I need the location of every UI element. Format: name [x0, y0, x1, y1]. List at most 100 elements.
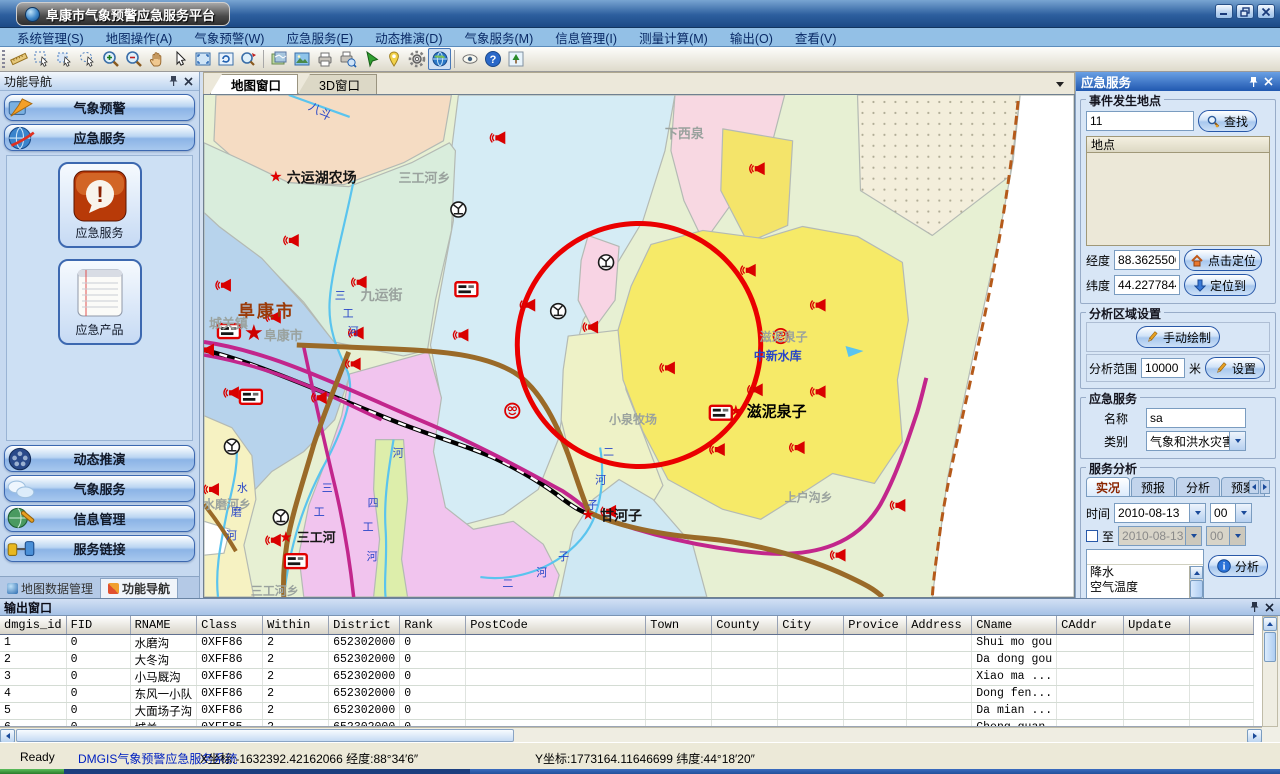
globe-icon[interactable] [428, 48, 451, 70]
menu-item[interactable]: 气象预警(W) [183, 27, 275, 48]
hour-select[interactable]: 00 [1210, 503, 1252, 523]
select-icon[interactable] [30, 48, 53, 70]
menu-item[interactable]: 测量计算(M) [628, 27, 719, 48]
analysis-tab-实况[interactable]: 实况 [1086, 477, 1130, 496]
column-header[interactable]: Within [263, 616, 329, 634]
column-header[interactable]: CAddr [1057, 616, 1124, 634]
date-select[interactable]: 2010-08-13 [1114, 503, 1206, 523]
eye-icon[interactable] [458, 48, 481, 70]
range-input[interactable] [1141, 358, 1185, 378]
date-to-select[interactable]: 2010-08-13 [1118, 526, 1202, 546]
map-dropdown-button[interactable] [1052, 77, 1068, 92]
element-listbox[interactable]: 降水空气温度 [1086, 549, 1204, 598]
nav-button-应急产品[interactable]: 应急产品 [58, 259, 142, 345]
column-header[interactable]: FID [66, 616, 130, 634]
table-row[interactable]: 40东风一小队0XFF8626523020000Dong fen... [0, 685, 1254, 702]
nav-group-动态推演[interactable]: 动态推演 [4, 445, 195, 472]
latitude-input[interactable] [1114, 275, 1180, 295]
select-box-icon[interactable] [53, 48, 76, 70]
column-header[interactable]: PostCode [466, 616, 646, 634]
table-row[interactable]: 30小马厩沟0XFF8626523020000Xiao ma ... [0, 668, 1254, 685]
longitude-input[interactable] [1114, 250, 1180, 270]
close-button[interactable] [1257, 4, 1275, 19]
pin-icon[interactable] [167, 74, 181, 88]
print-preview-icon[interactable] [336, 48, 359, 70]
to-checkbox[interactable] [1086, 530, 1098, 542]
tab-scroll-right-icon[interactable] [1260, 480, 1270, 494]
nav-button-应急服务[interactable]: !应急服务 [58, 162, 142, 248]
column-header[interactable]: Class [197, 616, 263, 634]
place-list[interactable] [1086, 153, 1270, 246]
manual-draw-button[interactable]: 手动绘制 [1136, 326, 1220, 348]
toolbar-grip[interactable] [2, 50, 5, 68]
column-header[interactable]: City [778, 616, 844, 634]
column-header[interactable]: dmgis_id [0, 616, 66, 634]
column-header[interactable]: Address [907, 616, 972, 634]
nav-tab-功能导航[interactable]: 功能导航 [100, 578, 178, 598]
restore-button[interactable] [1236, 4, 1254, 19]
zoom-out-icon[interactable] [122, 48, 145, 70]
zoom-in-icon[interactable] [99, 48, 122, 70]
menu-item[interactable]: 输出(O) [719, 27, 784, 48]
hour-to-select[interactable]: 00 [1206, 526, 1246, 546]
map-layers-icon[interactable] [267, 48, 290, 70]
close-icon[interactable] [1262, 600, 1276, 614]
menu-item[interactable]: 应急服务(E) [275, 27, 364, 48]
map-canvas[interactable]: ★★★★★ 六运湖农场三工河乡下西泉八斗九运街阜康市城关镇阜康市滋泥泉子中新水库… [203, 94, 1075, 598]
print-icon[interactable] [313, 48, 336, 70]
list-item[interactable]: 降水 [1087, 565, 1203, 580]
select-lasso-icon[interactable] [76, 48, 99, 70]
table-row[interactable]: 10水磨沟0XFF8626523020000Shui mo gou [0, 634, 1254, 651]
column-header[interactable]: Town [646, 616, 712, 634]
pick-arrow-icon[interactable] [359, 48, 382, 70]
close-icon[interactable] [181, 74, 195, 88]
scrollbar-thumb[interactable] [16, 729, 514, 742]
service-type-select[interactable]: 气象和洪水灾害 [1146, 431, 1246, 451]
help-icon[interactable]: ? [481, 48, 504, 70]
settings-icon[interactable] [405, 48, 428, 70]
export-tree-icon[interactable] [504, 48, 527, 70]
scrollbar-thumb[interactable] [1264, 632, 1276, 662]
output-vertical-scrollbar[interactable] [1262, 616, 1278, 727]
column-header[interactable]: District [329, 616, 400, 634]
minimize-button[interactable] [1215, 4, 1233, 19]
menu-item[interactable]: 系统管理(S) [6, 27, 95, 48]
search-button[interactable]: 查找 [1198, 110, 1257, 132]
table-row[interactable]: 50大面场子沟0XFF8626523020000Da mian ... [0, 702, 1254, 719]
column-header[interactable]: Rank [400, 616, 466, 634]
location-search-input[interactable] [1086, 111, 1194, 131]
nav-group-气象预警[interactable]: 气象预警 [4, 94, 195, 121]
placemark-icon[interactable] [382, 48, 405, 70]
analyze-button[interactable]: i 分析 [1208, 555, 1268, 577]
service-name-input[interactable] [1146, 408, 1246, 428]
table-row[interactable]: 60城关0XFF8526523020000Cheng guan [0, 719, 1254, 727]
column-header[interactable]: County [712, 616, 778, 634]
range-set-button[interactable]: 设置 [1205, 357, 1265, 379]
menu-item[interactable]: 地图操作(A) [95, 27, 184, 48]
map-tab-3D窗口[interactable]: 3D窗口 [298, 74, 377, 94]
refresh-icon[interactable] [214, 48, 237, 70]
column-header[interactable]: Update [1124, 616, 1190, 634]
nav-group-信息管理[interactable]: 信息管理 [4, 505, 195, 532]
export-image-icon[interactable] [290, 48, 313, 70]
list-item[interactable]: 空气温度 [1087, 580, 1203, 595]
menu-item[interactable]: 气象服务(M) [454, 27, 545, 48]
zoom-window-icon[interactable] [237, 48, 260, 70]
measure-icon[interactable] [7, 48, 30, 70]
pin-icon[interactable] [1248, 600, 1262, 614]
analysis-tab-预报[interactable]: 预报 [1131, 477, 1175, 496]
column-header[interactable]: Provice [844, 616, 907, 634]
menu-item[interactable]: 信息管理(I) [544, 27, 628, 48]
nav-group-应急服务[interactable]: 应急服务 [4, 124, 195, 151]
nav-tab-地图数据管理[interactable]: 地图数据管理 [0, 578, 100, 598]
goto-button[interactable]: 定位到 [1184, 274, 1256, 296]
listbox-scrollbar[interactable] [1189, 566, 1203, 598]
table-row[interactable]: 20大冬沟0XFF8626523020000Da dong gou [0, 651, 1254, 668]
close-icon[interactable] [1261, 75, 1275, 89]
tab-scroll-left-icon[interactable] [1249, 480, 1259, 494]
map-tab-地图窗口[interactable]: 地图窗口 [210, 74, 298, 94]
analysis-tab-分析[interactable]: 分析 [1176, 477, 1220, 496]
output-horizontal-scrollbar[interactable] [0, 727, 1262, 743]
menu-item[interactable]: 动态推演(D) [364, 27, 453, 48]
menu-item[interactable]: 查看(V) [784, 27, 848, 48]
